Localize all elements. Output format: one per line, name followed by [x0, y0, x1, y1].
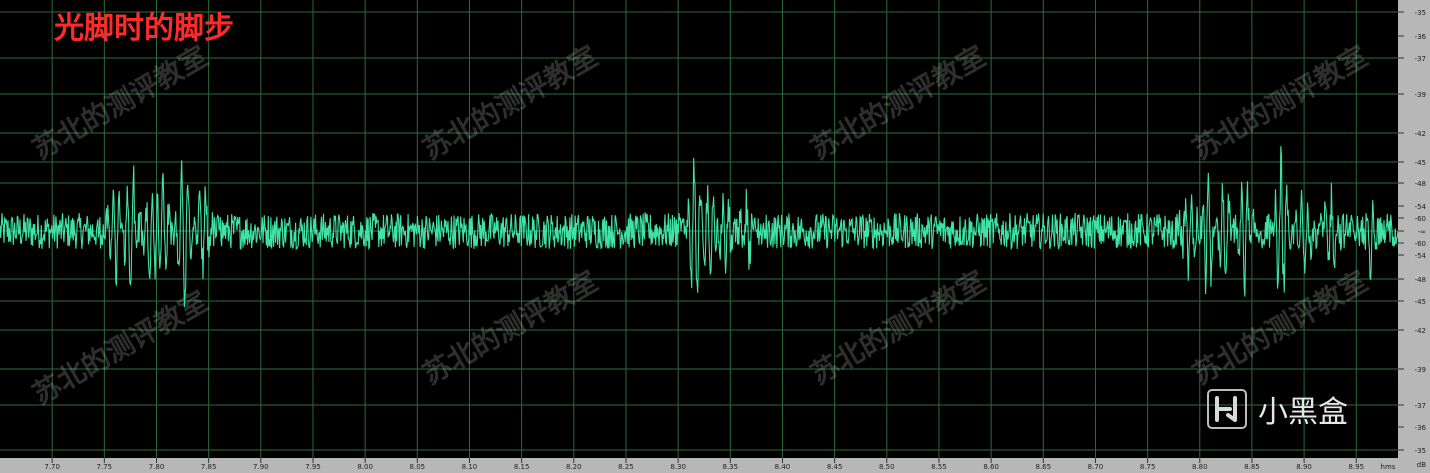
time-axis-label: 8.40 — [775, 463, 791, 471]
time-axis-label: 8.75 — [1140, 463, 1156, 471]
time-axis-label: 8.10 — [462, 463, 478, 471]
time-axis: 7.70 7.75 7.80 7.85 7.90 7.95 8.00 8.05 8.10 8.15… — [0, 458, 1398, 473]
db-axis-label: -39 — [1415, 366, 1426, 374]
time-axis-label: 8.30 — [670, 463, 686, 471]
time-axis-label: 8.95 — [1348, 463, 1364, 471]
time-axis-label: 8.60 — [983, 463, 999, 471]
db-axis-label: -42 — [1415, 327, 1426, 335]
db-axis-label: -35 — [1415, 9, 1426, 17]
db-axis-label: -48 — [1415, 276, 1426, 284]
time-axis-label: 7.75 — [97, 463, 113, 471]
time-axis-label: 8.50 — [879, 463, 895, 471]
time-axis-label: 7.95 — [305, 463, 321, 471]
time-axis-label: 8.45 — [827, 463, 843, 471]
time-axis-label: 8.65 — [1035, 463, 1051, 471]
db-axis-label: -54 — [1415, 252, 1427, 260]
time-axis-label: 8.55 — [931, 463, 947, 471]
time-axis-label: 7.80 — [149, 463, 165, 471]
time-axis-label: 8.85 — [1244, 463, 1260, 471]
time-axis-label: 8.00 — [357, 463, 373, 471]
time-axis-label: 8.80 — [1192, 463, 1208, 471]
time-axis-label: 8.70 — [1088, 463, 1104, 471]
db-axis-label: -45 — [1415, 159, 1426, 167]
db-axis-label: -54 — [1415, 203, 1427, 211]
waveform-chart: 苏北的测评教室 苏北的测评教室 苏北的测评教室 苏北的测评教室苏北的测评教室 苏北的测评… — [0, 0, 1430, 473]
db-axis-label: -45 — [1415, 298, 1426, 306]
db-axis-label: -∞ — [1418, 228, 1426, 236]
db-axis-label: -35 — [1415, 447, 1426, 455]
time-axis-label: 8.25 — [618, 463, 634, 471]
db-axis-label: -60 — [1415, 215, 1426, 223]
time-axis-label: 7.70 — [44, 463, 60, 471]
db-axis-label: -60 — [1415, 240, 1426, 248]
page-title: 光脚时的脚步 — [54, 11, 234, 46]
time-axis-label: 8.90 — [1296, 463, 1312, 471]
time-axis-label: 8.35 — [723, 463, 739, 471]
time-axis-label: 8.15 — [514, 463, 530, 471]
db-axis-label: -36 — [1415, 424, 1427, 432]
logo-text: 小黑盒 — [1258, 395, 1348, 430]
db-axis-label: -36 — [1415, 33, 1427, 41]
db-axis-label: -39 — [1415, 91, 1426, 99]
time-axis-label: 7.85 — [201, 463, 217, 471]
time-axis-label: 7.90 — [253, 463, 269, 471]
time-axis-unit: hms — [1381, 463, 1396, 471]
db-axis-label: -48 — [1415, 180, 1426, 188]
db-axis-label: -37 — [1415, 55, 1426, 63]
time-axis-label: 8.05 — [410, 463, 426, 471]
db-axis: -35 -36 -37 -39 -42 -45 -48 -54 -60 -∞ -60 -54 -48 -4… — [1398, 0, 1430, 473]
waveform-editor-view: 苏北的测评教室 苏北的测评教室 苏北的测评教室 苏北的测评教室 苏北的测评教室 苏北的测评… — [0, 0, 1430, 473]
db-axis-unit: dB — [1417, 461, 1426, 469]
time-axis-label: 8.20 — [566, 463, 582, 471]
db-axis-label: -42 — [1415, 130, 1426, 138]
db-axis-label: -37 — [1415, 402, 1426, 410]
